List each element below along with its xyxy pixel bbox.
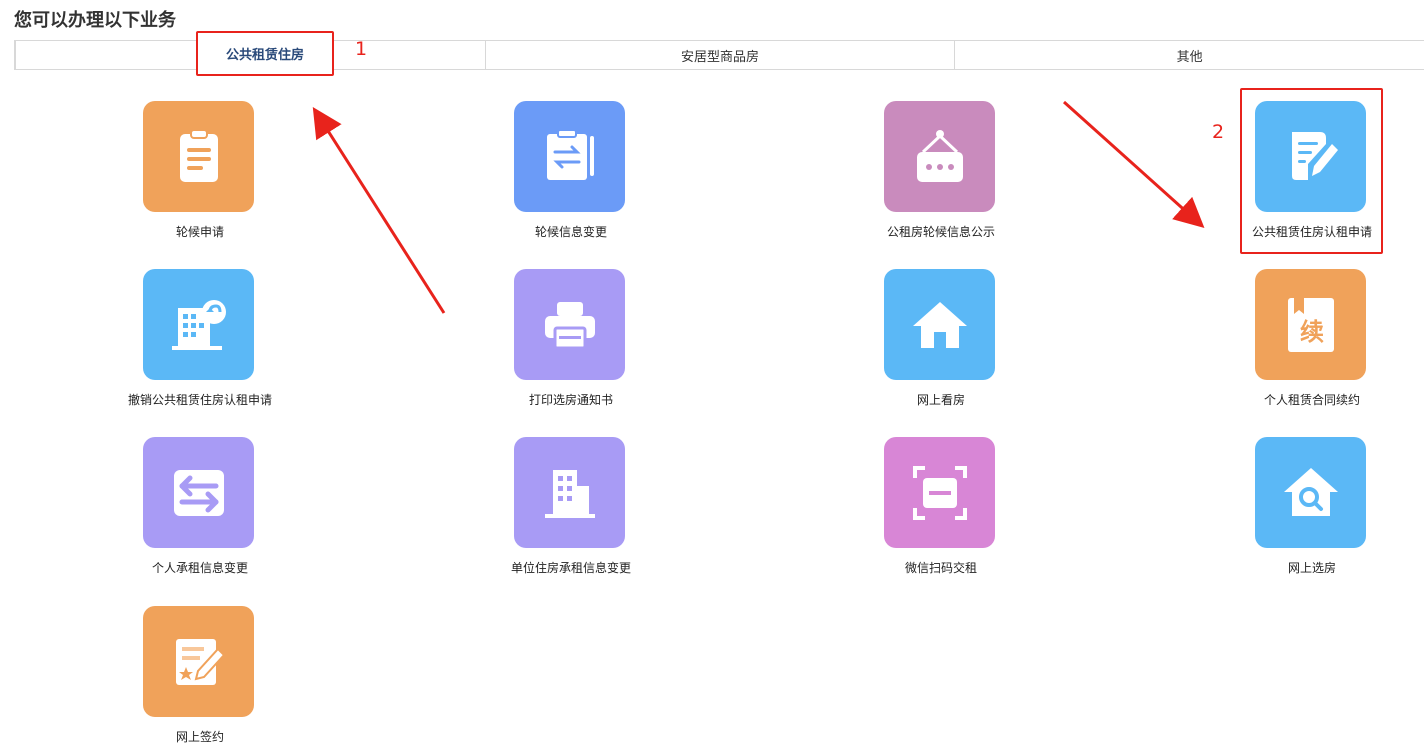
tile-label: 网上签约: [175, 730, 224, 744]
sign-contract-icon: [143, 606, 254, 717]
tile-label: 公租房轮候信息公示: [886, 225, 995, 239]
tile-personal-tenancy-change[interactable]: 个人承租信息变更: [100, 437, 300, 587]
house-search-icon: [1255, 437, 1366, 548]
clipboard-icon: [143, 101, 254, 212]
tile-unit-tenancy-change[interactable]: 单位住房承租信息变更: [471, 437, 671, 587]
office-building-icon: [514, 437, 625, 548]
tile-label: 微信扫码交租: [904, 561, 977, 575]
tile-contract-renewal[interactable]: 续 个人租赁合同续约: [1212, 269, 1412, 419]
page-title: 您可以办理以下业务: [14, 10, 176, 31]
tile-online-selection[interactable]: 网上选房: [1212, 437, 1412, 587]
tile-print-notice[interactable]: 打印选房通知书: [471, 269, 671, 419]
tile-queue-info-change[interactable]: 轮候信息变更: [471, 101, 671, 251]
tile-revoke-rental-apply[interactable]: 撤销公共租赁住房认租申请: [100, 269, 300, 419]
tile-queue-apply[interactable]: 轮候申请: [100, 101, 300, 251]
hanging-sign-icon: [884, 101, 995, 212]
building-revoke-icon: [143, 269, 254, 380]
renew-contract-icon: 续: [1255, 269, 1366, 380]
tile-label: 撤销公共租赁住房认租申请: [127, 393, 272, 407]
house-icon: [884, 269, 995, 380]
tile-label: 个人承租信息变更: [151, 561, 248, 575]
clipboard-swap-icon: [514, 101, 625, 212]
scan-qr-icon: [884, 437, 995, 548]
tile-label: 网上看房: [916, 393, 965, 407]
annotation-box-2: [1240, 88, 1383, 254]
tile-wechat-pay-rent[interactable]: 微信扫码交租: [841, 437, 1041, 587]
tile-label: 个人租赁合同续约: [1263, 393, 1360, 407]
tile-label: 网上选房: [1287, 561, 1336, 575]
tile-queue-announcement[interactable]: 公租房轮候信息公示: [841, 101, 1041, 251]
exchange-icon: [143, 437, 254, 548]
tile-label: 轮候信息变更: [534, 225, 607, 239]
printer-icon: [514, 269, 625, 380]
annotation-arrow-2: [1062, 100, 1205, 229]
tile-online-viewing[interactable]: 网上看房: [841, 269, 1041, 419]
annotation-arrow-1: [312, 106, 446, 314]
tab-public-rental-label[interactable]: 公共租赁住房: [196, 31, 334, 76]
tile-label: 轮候申请: [175, 225, 224, 239]
tab-other[interactable]: 其他: [954, 41, 1424, 69]
tile-label: 单位住房承租信息变更: [510, 561, 631, 575]
annotation-number-1: 1: [355, 38, 368, 60]
tile-label: 打印选房通知书: [528, 393, 613, 407]
tab-affordable-housing[interactable]: 安居型商品房: [484, 41, 955, 69]
svg-text:续: 续: [1300, 318, 1324, 346]
annotation-number-2: 2: [1212, 121, 1225, 143]
tile-online-signing[interactable]: 网上签约: [100, 606, 300, 756]
